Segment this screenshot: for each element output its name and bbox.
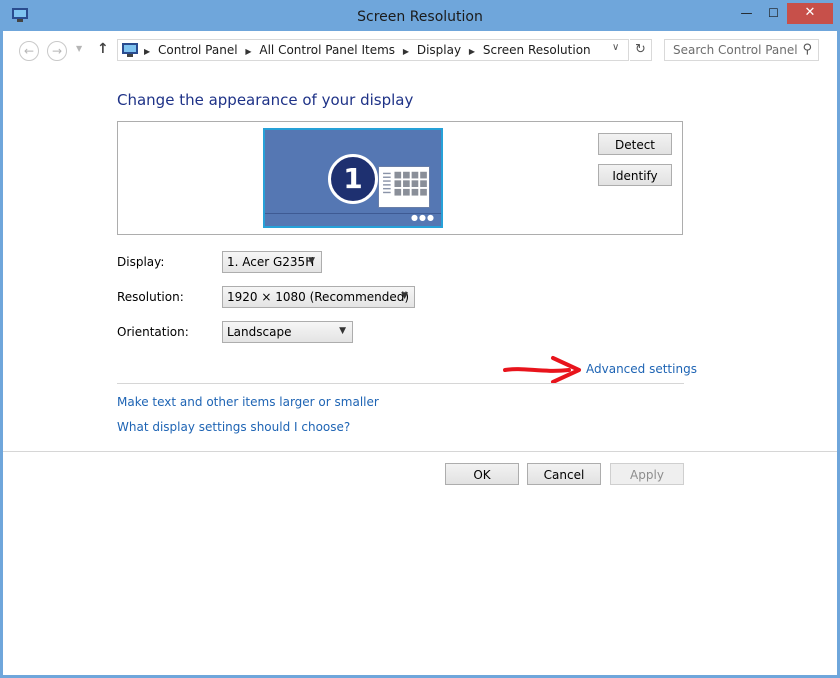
search-box[interactable]: ⚲ bbox=[664, 39, 819, 61]
back-button[interactable]: ← bbox=[19, 41, 39, 61]
monitor-number-badge: 1 bbox=[328, 154, 378, 204]
maximize-button[interactable]: ☐ bbox=[760, 3, 787, 24]
page-title: Change the appearance of your display bbox=[117, 91, 414, 109]
window-title: Screen Resolution bbox=[357, 9, 483, 25]
orientation-select-value: Landscape bbox=[227, 325, 292, 339]
display-label: Display: bbox=[117, 255, 165, 269]
orientation-label: Orientation: bbox=[117, 325, 189, 339]
refresh-button[interactable]: ↻ bbox=[630, 39, 652, 61]
identify-button[interactable]: Identify bbox=[598, 164, 672, 186]
title-bar[interactable]: Screen Resolution — ☐ ✕ bbox=[3, 3, 837, 31]
minimize-button[interactable]: — bbox=[733, 3, 760, 24]
red-arrow-annotation-icon bbox=[503, 356, 581, 384]
breadcrumb-display[interactable]: Display bbox=[417, 43, 461, 57]
display-select[interactable]: 1. Acer G235H ▼ bbox=[222, 251, 322, 273]
resolution-select[interactable]: 1920 × 1080 (Recommended) ▼ bbox=[222, 286, 415, 308]
close-button[interactable]: ✕ bbox=[787, 3, 833, 24]
apply-button[interactable]: Apply bbox=[610, 463, 684, 485]
footer-divider bbox=[3, 451, 837, 452]
cancel-button[interactable]: Cancel bbox=[527, 463, 601, 485]
up-level-button[interactable]: ↑ bbox=[97, 41, 109, 57]
recent-locations-button[interactable]: ▼ bbox=[76, 44, 82, 53]
breadcrumb-all-items[interactable]: All Control Panel Items bbox=[259, 43, 395, 57]
navigation-bar: ← → ▼ ↑ ▶ Control Panel ▶ All Control Pa… bbox=[3, 31, 837, 71]
advanced-settings-link[interactable]: Advanced settings bbox=[586, 362, 697, 376]
monitor-1-thumbnail[interactable]: 1 ●●● bbox=[263, 128, 443, 228]
chevron-down-icon: ▼ bbox=[339, 326, 346, 336]
display-select-value: 1. Acer G235H bbox=[227, 255, 315, 269]
control-panel-location-icon bbox=[122, 43, 138, 57]
chevron-down-icon: ▼ bbox=[308, 256, 315, 266]
chevron-down-icon: ▼ bbox=[401, 291, 408, 301]
search-input[interactable] bbox=[665, 40, 798, 60]
breadcrumb: ▶ Control Panel ▶ All Control Panel Item… bbox=[144, 43, 595, 57]
text-size-link[interactable]: Make text and other items larger or smal… bbox=[117, 395, 379, 409]
screen-resolution-window: Screen Resolution — ☐ ✕ ← → ▼ ↑ ▶ Contro… bbox=[0, 0, 840, 678]
chevron-right-icon[interactable]: ▶ bbox=[245, 47, 251, 56]
breadcrumb-screen-resolution[interactable]: Screen Resolution bbox=[483, 43, 591, 57]
address-bar[interactable]: ▶ Control Panel ▶ All Control Panel Item… bbox=[117, 39, 629, 61]
detect-button[interactable]: Detect bbox=[598, 133, 672, 155]
breadcrumb-control-panel[interactable]: Control Panel bbox=[158, 43, 238, 57]
chevron-right-icon[interactable]: ▶ bbox=[469, 47, 475, 56]
forward-button[interactable]: → bbox=[47, 41, 67, 61]
ok-button[interactable]: OK bbox=[445, 463, 519, 485]
chevron-down-icon[interactable]: ∨ bbox=[612, 42, 619, 53]
display-help-link[interactable]: What display settings should I choose? bbox=[117, 420, 350, 434]
resolution-select-value: 1920 × 1080 (Recommended) bbox=[227, 290, 410, 304]
divider bbox=[117, 383, 684, 384]
search-icon[interactable]: ⚲ bbox=[802, 42, 812, 57]
window-grid-icon bbox=[378, 166, 430, 208]
chevron-right-icon[interactable]: ▶ bbox=[144, 47, 150, 56]
orientation-select[interactable]: Landscape ▼ bbox=[222, 321, 353, 343]
chevron-right-icon[interactable]: ▶ bbox=[403, 47, 409, 56]
resolution-label: Resolution: bbox=[117, 290, 184, 304]
more-dots-icon: ●●● bbox=[411, 213, 435, 222]
